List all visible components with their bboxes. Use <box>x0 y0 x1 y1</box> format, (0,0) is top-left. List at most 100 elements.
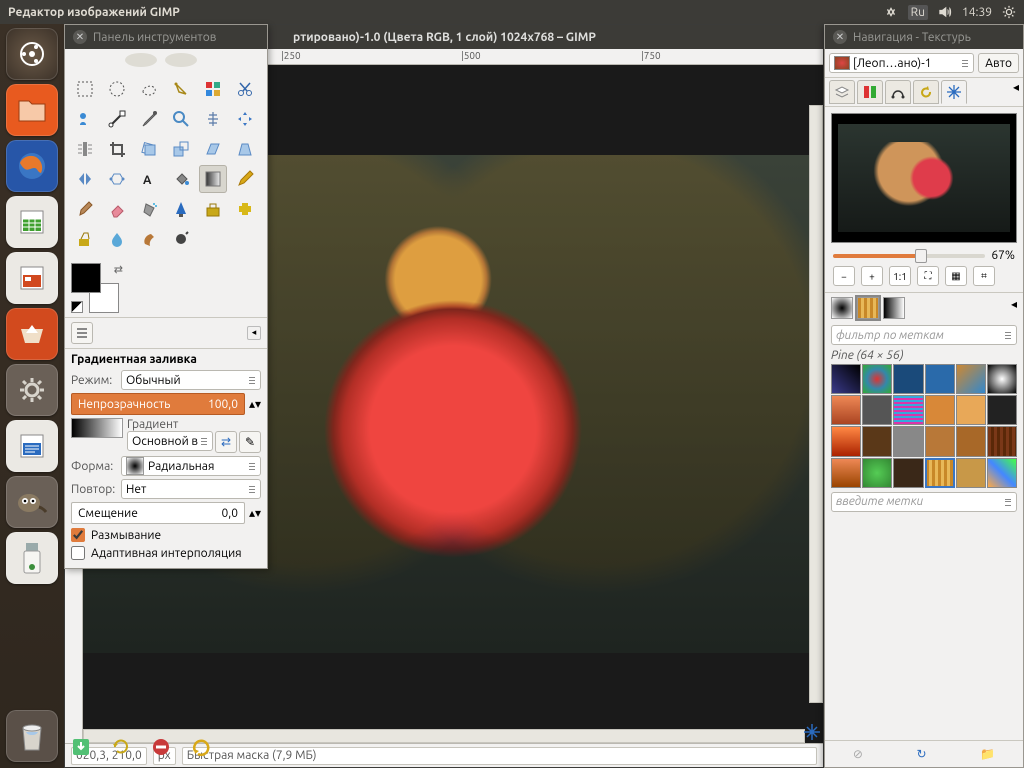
texture-swatch[interactable] <box>987 426 1017 456</box>
shear-tool[interactable] <box>199 135 227 163</box>
zoom-fit-button[interactable]: ⛶ <box>917 266 939 286</box>
texture-swatch[interactable] <box>956 395 986 425</box>
smudge-tool[interactable] <box>135 225 163 253</box>
opacity-spinner[interactable]: ▴▾ <box>249 397 261 411</box>
rect-select-tool[interactable] <box>71 75 99 103</box>
move-tool[interactable] <box>231 105 259 133</box>
texture-swatch[interactable] <box>925 364 955 394</box>
zoom-tool[interactable] <box>167 105 195 133</box>
zoom-in-button[interactable]: + <box>861 266 883 286</box>
libreoffice-calc-icon[interactable] <box>6 196 58 248</box>
texture-filter-input[interactable]: фильтр по меткам <box>831 325 1017 345</box>
open-folder-icon[interactable]: 📁 <box>980 747 995 761</box>
texture-swatch[interactable] <box>862 426 892 456</box>
opacity-slider[interactable]: Непрозрачность100,0 <box>71 393 245 415</box>
repeat-combo[interactable]: Нет <box>121 479 261 499</box>
dock-menu-icon[interactable]: ◂ <box>1013 80 1019 104</box>
zoom-1-1-button[interactable]: 1:1 <box>889 266 911 286</box>
auto-button[interactable]: Авто <box>978 53 1019 73</box>
patterns-tab[interactable] <box>857 297 879 319</box>
close-icon[interactable]: ✕ <box>73 30 87 44</box>
offset-spinner[interactable]: ▴▾ <box>249 506 261 520</box>
layers-tab-icon[interactable] <box>829 80 855 104</box>
blur-tool[interactable] <box>103 225 131 253</box>
delete-icon[interactable] <box>150 736 172 758</box>
default-colors-icon[interactable] <box>71 301 83 313</box>
texture-swatch[interactable] <box>893 395 923 425</box>
tool-options-menu-icon[interactable] <box>71 322 93 344</box>
firefox-icon[interactable] <box>6 140 58 192</box>
texture-swatch[interactable] <box>925 395 955 425</box>
keyboard-layout-indicator[interactable]: Ru <box>908 5 928 20</box>
adaptive-checkbox[interactable]: Адаптивная интерполяция <box>71 546 261 560</box>
undo-tab-icon[interactable] <box>913 80 939 104</box>
network-icon[interactable] <box>884 5 898 19</box>
airbrush-tool[interactable] <box>135 195 163 223</box>
channels-tab-icon[interactable] <box>857 80 883 104</box>
foreground-select-tool[interactable] <box>71 105 99 133</box>
scissors-tool[interactable] <box>231 75 259 103</box>
texture-swatch[interactable] <box>831 458 861 488</box>
shrink-wrap-button[interactable]: ⌗ <box>973 266 995 286</box>
settings-icon[interactable] <box>6 364 58 416</box>
texture-swatch[interactable] <box>925 458 955 488</box>
files-icon[interactable] <box>6 84 58 136</box>
refresh-textures-icon[interactable]: ↻ <box>917 747 927 761</box>
collapse-icon[interactable]: ◂ <box>247 326 261 340</box>
texture-swatch[interactable] <box>862 364 892 394</box>
swap-colors-icon[interactable]: ⇄ <box>114 263 123 276</box>
tags-input[interactable]: введите метки <box>831 492 1017 512</box>
ubuntu-software-icon[interactable] <box>6 308 58 360</box>
texture-swatch[interactable] <box>956 458 986 488</box>
trash-icon[interactable] <box>6 710 58 762</box>
clock[interactable]: 14:39 <box>962 6 992 19</box>
gradient-edit-icon[interactable]: ✎ <box>239 431 261 453</box>
paintbrush-tool[interactable] <box>71 195 99 223</box>
free-select-tool[interactable] <box>135 75 163 103</box>
perspective-tool[interactable] <box>231 135 259 163</box>
pencil-tool[interactable] <box>231 165 259 193</box>
ink-tool[interactable] <box>167 195 195 223</box>
gimp-icon[interactable] <box>6 476 58 528</box>
gradient-reverse-icon[interactable]: ⇄ <box>215 431 237 453</box>
gradient-preview[interactable] <box>71 418 123 438</box>
libreoffice-impress-icon[interactable] <box>6 252 58 304</box>
mode-combo[interactable]: Обычный <box>121 370 261 390</box>
zoom-fill-button[interactable]: ▦ <box>945 266 967 286</box>
navigation-preview[interactable] <box>831 113 1017 243</box>
navigation-tab-icon[interactable] <box>941 80 967 104</box>
wilber-drop-area[interactable] <box>65 49 267 69</box>
system-gear-icon[interactable] <box>1002 5 1016 19</box>
texture-swatch[interactable] <box>893 426 923 456</box>
libreoffice-writer-icon[interactable] <box>6 420 58 472</box>
scale-tool[interactable] <box>167 135 195 163</box>
texture-swatch[interactable] <box>831 364 861 394</box>
dash-icon[interactable] <box>6 28 58 80</box>
paths-tab-icon[interactable] <box>885 80 911 104</box>
ellipse-select-tool[interactable] <box>103 75 131 103</box>
texture-swatch[interactable] <box>893 458 923 488</box>
texture-swatch[interactable] <box>987 364 1017 394</box>
offset-field[interactable]: Смещение0,0 <box>71 502 245 524</box>
delete-texture-icon[interactable]: ⊘ <box>853 747 863 761</box>
fuzzy-select-tool[interactable] <box>167 75 195 103</box>
cage-tool[interactable] <box>103 165 131 193</box>
texture-swatch[interactable] <box>956 364 986 394</box>
navigation-corner-icon[interactable] <box>803 723 821 741</box>
gradients-tab[interactable] <box>883 297 905 319</box>
crop-tool[interactable] <box>103 135 131 163</box>
revert-icon[interactable] <box>110 736 132 758</box>
flip-tool[interactable] <box>71 165 99 193</box>
usb-creator-icon[interactable] <box>6 532 58 584</box>
clone-tool[interactable] <box>199 195 227 223</box>
zoom-slider[interactable] <box>833 254 985 258</box>
texture-swatch[interactable] <box>925 426 955 456</box>
volume-icon[interactable] <box>938 5 952 19</box>
measure-tool[interactable] <box>199 105 227 133</box>
rightdock-titlebar[interactable]: ✕ Навигация - Текстурь <box>825 25 1023 49</box>
zoom-out-button[interactable]: − <box>833 266 855 286</box>
texture-swatch[interactable] <box>893 364 923 394</box>
brushes-tab[interactable] <box>831 297 853 319</box>
vertical-scrollbar[interactable] <box>809 105 823 703</box>
texture-swatch[interactable] <box>987 458 1017 488</box>
